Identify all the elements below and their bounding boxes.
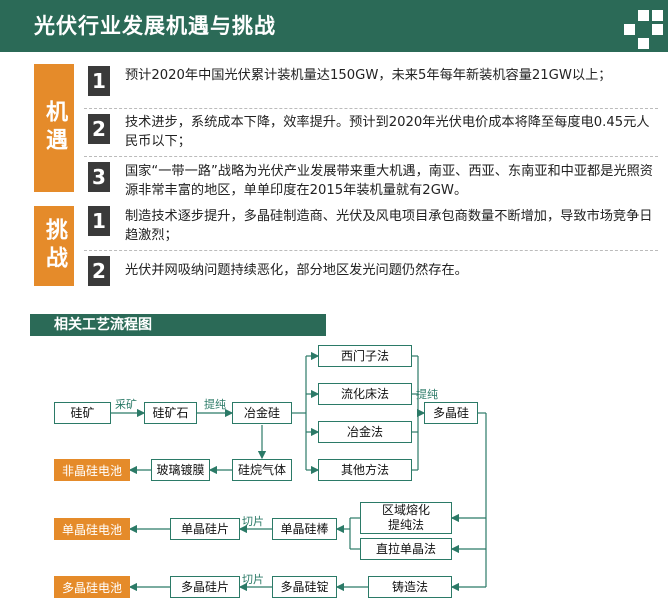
edge-label-slice: 切片 <box>242 515 264 528</box>
node-mg-si: 冶金硅 <box>232 402 292 424</box>
node-other: 其他方法 <box>318 459 412 481</box>
node-ore: 硅矿 <box>54 402 111 424</box>
node-siemens: 西门子法 <box>318 345 412 367</box>
edge-label-purify: 提纯 <box>416 388 438 401</box>
process-flow-lines <box>111 351 487 592</box>
node-amorphous-cell: 非晶硅电池 <box>54 459 130 481</box>
node-fz: 区域熔化提纯法 <box>360 502 452 534</box>
node-mono-cell: 单晶硅电池 <box>54 518 130 540</box>
node-poly: 多晶硅 <box>424 402 478 424</box>
edge-label-slice: 切片 <box>242 573 264 586</box>
node-mono-wafer: 单晶硅片 <box>170 518 240 540</box>
node-poly-ingot: 多晶硅锭 <box>272 576 337 598</box>
node-mono-rod: 单晶硅棒 <box>272 518 337 540</box>
node-silane: 硅烷气体 <box>232 459 292 481</box>
node-metallurgy: 冶金法 <box>318 421 412 443</box>
node-quartz: 硅矿石 <box>144 402 197 424</box>
node-poly-cell: 多晶硅电池 <box>54 576 130 598</box>
edge-label-purify: 提纯 <box>204 398 226 411</box>
node-glass: 玻璃镀膜 <box>151 459 210 481</box>
node-fbr: 流化床法 <box>318 383 412 405</box>
edge-label-mining: 采矿 <box>115 398 137 411</box>
node-poly-wafer: 多晶硅片 <box>170 576 240 598</box>
node-cz: 直拉单晶法 <box>360 538 452 560</box>
node-casting: 铸造法 <box>368 576 452 598</box>
